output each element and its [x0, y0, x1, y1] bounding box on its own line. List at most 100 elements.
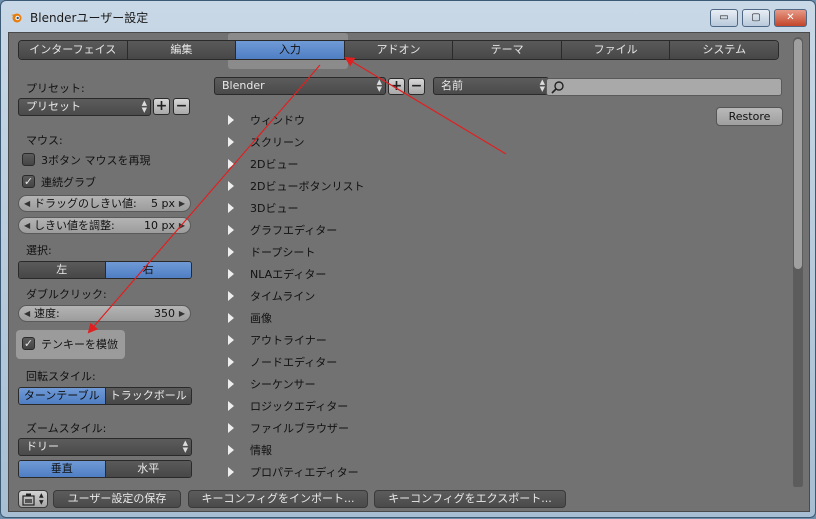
tab-file[interactable]: ファイル: [561, 41, 671, 59]
tab-themes[interactable]: テーマ: [453, 41, 562, 59]
double-click-speed-field[interactable]: ◀ 速度: 350 ▶: [18, 305, 191, 322]
emulate-3-button-label: 3ボタン マウスを再現: [41, 154, 151, 167]
emulate-3-button-mouse-toggle[interactable]: 3ボタン マウスを再現: [22, 152, 192, 168]
keymap-item-property-editor[interactable]: プロパティエディター: [228, 464, 528, 480]
footer-bar: ▲ ▼ ユーザー設定の保存 キーコンフィグをインポート... キーコンフィグをエク…: [9, 487, 809, 511]
decrement-arrow-icon[interactable]: ◀: [24, 218, 30, 233]
preset-dropdown[interactable]: プリセット ▲ ▼: [18, 98, 151, 116]
zoom-vertical-button[interactable]: 垂直: [19, 461, 105, 477]
drag-threshold-field[interactable]: ◀ ドラッグのしきい値: 5 px ▶: [18, 195, 191, 212]
keymap-item-timeline[interactable]: タイムライン: [228, 288, 528, 304]
expand-triangle-icon[interactable]: [228, 467, 234, 477]
select-right-button[interactable]: 右: [104, 262, 191, 278]
keymap-item-node-editor[interactable]: ノードエディター: [228, 354, 528, 370]
expand-triangle-icon[interactable]: [228, 269, 234, 279]
expand-triangle-icon[interactable]: [228, 335, 234, 345]
increment-arrow-icon[interactable]: ▶: [179, 196, 185, 211]
expand-triangle-icon[interactable]: [228, 115, 234, 125]
keymap-item-screen[interactable]: スクリーン: [228, 134, 528, 150]
tab-interface[interactable]: インターフェイス: [19, 41, 128, 59]
expand-triangle-icon[interactable]: [228, 357, 234, 367]
updown-arrows-icon: ▲ ▼: [39, 492, 44, 506]
tab-input[interactable]: 入力: [236, 41, 345, 59]
zoom-horizontal-button[interactable]: 水平: [104, 461, 191, 477]
keymap-item-dopesheet[interactable]: ドープシート: [228, 244, 528, 260]
maximize-button[interactable]: ▢: [742, 9, 770, 27]
expand-triangle-icon[interactable]: [228, 313, 234, 323]
tweak-threshold-field[interactable]: ◀ しきい値を調整: 10 px ▶: [18, 217, 191, 234]
expand-triangle-icon[interactable]: [228, 445, 234, 455]
updown-arrows-icon: ▲ ▼: [539, 78, 545, 93]
close-button[interactable]: ✕: [774, 9, 807, 27]
expand-triangle-icon[interactable]: [228, 423, 234, 433]
tab-addons[interactable]: アドオン: [344, 41, 454, 59]
keymap-item-file-browser[interactable]: ファイルブラウザー: [228, 420, 528, 436]
remove-keymap-preset-button[interactable]: −: [408, 78, 425, 95]
editor-type-selector[interactable]: ▲ ▼: [18, 490, 48, 508]
decrement-arrow-icon[interactable]: ◀: [24, 196, 30, 211]
increment-arrow-icon[interactable]: ▶: [179, 218, 185, 233]
minimize-button[interactable]: ▭: [710, 9, 738, 27]
expand-triangle-icon[interactable]: [228, 137, 234, 147]
keymap-item-sequencer[interactable]: シーケンサー: [228, 376, 528, 392]
checkmark-icon[interactable]: ✓: [22, 337, 35, 350]
drag-threshold-value: 5 px: [151, 197, 175, 210]
expand-triangle-icon[interactable]: [228, 379, 234, 389]
preferences-tab-bar: インターフェイス 編集 入力 アドオン テーマ ファイル システム: [18, 40, 779, 60]
tab-editing[interactable]: 編集: [127, 41, 237, 59]
updown-arrows-icon: ▲ ▼: [141, 99, 147, 114]
expand-triangle-icon[interactable]: [228, 225, 234, 235]
expand-triangle-icon[interactable]: [228, 401, 234, 411]
preferences-window: Blenderユーザー設定 ▭ ▢ ✕ インターフェイス 編集 入力 アドオン …: [0, 0, 816, 518]
zoom-style-dropdown[interactable]: ドリー ▲ ▼: [18, 438, 192, 456]
blender-logo-icon: [10, 10, 24, 24]
expand-triangle-icon[interactable]: [228, 159, 234, 169]
keymap-search-input[interactable]: [546, 78, 782, 96]
keymap-item-window[interactable]: ウィンドウ: [228, 112, 528, 128]
orbit-style-toggle: ターンテーブル トラックボール: [18, 387, 192, 405]
add-keymap-preset-button[interactable]: +: [388, 78, 405, 95]
keymap-item-logic-editor[interactable]: ロジックエディター: [228, 398, 528, 414]
tab-system[interactable]: システム: [670, 41, 778, 59]
emulate-numpad-toggle[interactable]: ✓ テンキーを模倣: [22, 336, 142, 352]
keymap-item-info[interactable]: 情報: [228, 442, 528, 458]
vertical-scrollbar[interactable]: [793, 37, 803, 489]
keymap-item-view2d-buttons-list[interactable]: 2Dビューボタンリスト: [228, 178, 528, 194]
decrement-arrow-icon[interactable]: ◀: [24, 306, 30, 321]
orbit-turntable-button[interactable]: ターンテーブル: [19, 388, 105, 404]
increment-arrow-icon[interactable]: ▶: [179, 306, 185, 321]
export-keyconfig-button[interactable]: キーコンフィグをエクスポート...: [374, 490, 566, 508]
orbit-style-label: 回転スタイル:: [26, 370, 96, 383]
keymap-item-image[interactable]: 画像: [228, 310, 528, 326]
keymap-preset-dropdown[interactable]: Blender ▲ ▼: [214, 77, 386, 95]
keymap-item-graph-editor[interactable]: グラフエディター: [228, 222, 528, 238]
keymap-item-view3d[interactable]: 3Dビュー: [228, 200, 528, 216]
filter-type-dropdown[interactable]: 名前 ▲ ▼: [433, 77, 549, 95]
expand-triangle-icon[interactable]: [228, 247, 234, 257]
keymap-item-outliner[interactable]: アウトライナー: [228, 332, 528, 348]
scrollbar-thumb[interactable]: [794, 39, 802, 269]
expand-triangle-icon[interactable]: [228, 203, 234, 213]
expand-triangle-icon[interactable]: [228, 181, 234, 191]
preset-value: プリセット: [26, 100, 81, 113]
expand-triangle-icon[interactable]: [228, 291, 234, 301]
emulate-numpad-label: テンキーを模倣: [41, 338, 118, 351]
title-bar[interactable]: Blenderユーザー設定 ▭ ▢ ✕: [1, 1, 815, 31]
orbit-trackball-button[interactable]: トラックボール: [104, 388, 191, 404]
save-preferences-button[interactable]: ユーザー設定の保存: [53, 490, 181, 508]
checkmark-icon[interactable]: ✓: [22, 175, 35, 188]
speed-value: 350: [154, 307, 175, 320]
updown-arrows-icon: ▲ ▼: [182, 439, 188, 454]
double-click-label: ダブルクリック:: [26, 288, 107, 301]
checkbox-unchecked[interactable]: [22, 153, 35, 166]
import-keyconfig-button[interactable]: キーコンフィグをインポート...: [188, 490, 368, 508]
continuous-grab-toggle[interactable]: ✓ 連続グラブ: [22, 174, 192, 190]
preferences-editor-icon: [22, 493, 36, 509]
select-left-button[interactable]: 左: [19, 262, 105, 278]
add-preset-button[interactable]: +: [153, 98, 170, 115]
keymap-item-view2d[interactable]: 2Dビュー: [228, 156, 528, 172]
keymap-item-nla-editor[interactable]: NLAエディター: [228, 266, 528, 282]
remove-preset-button[interactable]: −: [173, 98, 190, 115]
restore-button[interactable]: Restore: [716, 107, 783, 126]
tweak-threshold-value: 10 px: [144, 219, 175, 232]
